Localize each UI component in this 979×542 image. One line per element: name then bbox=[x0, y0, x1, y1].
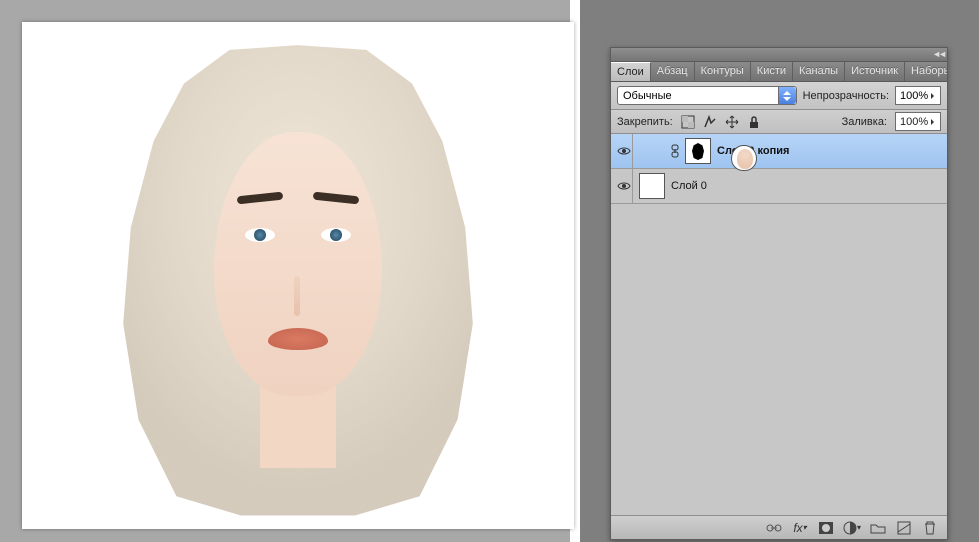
lock-label: Закрепить: bbox=[617, 116, 673, 128]
delete-layer-button[interactable] bbox=[921, 519, 939, 537]
panel-tab[interactable]: Кисти bbox=[751, 62, 793, 81]
layer-mask-thumbnail[interactable] bbox=[685, 138, 711, 164]
panel-tab[interactable]: Наборы ки bbox=[905, 62, 947, 81]
eye-icon bbox=[617, 181, 631, 191]
layer-list: Слой 0 копия Слой 0 bbox=[611, 134, 947, 515]
opacity-input[interactable]: 100% bbox=[895, 86, 941, 105]
panel-titlebar[interactable]: ◄◄ bbox=[611, 48, 947, 62]
new-layer-button[interactable] bbox=[895, 519, 913, 537]
select-arrows-icon bbox=[778, 87, 796, 104]
lock-fill-row: Закрепить: Заливка: 100% bbox=[611, 110, 947, 134]
panel-tab[interactable]: Контуры bbox=[695, 62, 751, 81]
blend-mode-value: Обычные bbox=[623, 90, 672, 102]
layer-thumbnail[interactable] bbox=[731, 145, 757, 171]
collapse-icon[interactable]: ◄◄ bbox=[932, 49, 944, 59]
add-mask-button[interactable] bbox=[817, 519, 835, 537]
adjustment-layer-button[interactable]: ▾ bbox=[843, 519, 861, 537]
panel-tab[interactable]: Слои bbox=[611, 62, 651, 81]
layer-fx-button[interactable]: fx▾ bbox=[791, 519, 809, 537]
layer-row[interactable]: Слой 0 копия bbox=[611, 134, 947, 169]
blend-mode-select[interactable]: Обычные bbox=[617, 86, 797, 105]
panel-tab[interactable]: Каналы bbox=[793, 62, 845, 81]
blend-opacity-row: Обычные Непрозрачность: 100% bbox=[611, 82, 947, 110]
opacity-value: 100% bbox=[900, 90, 928, 102]
fill-value: 100% bbox=[900, 116, 928, 128]
visibility-toggle[interactable] bbox=[615, 134, 633, 168]
opacity-label: Непрозрачность: bbox=[803, 90, 889, 102]
lock-transparency-icon[interactable] bbox=[681, 115, 695, 129]
layer-name[interactable]: Слой 0 bbox=[671, 180, 707, 192]
fill-label: Заливка: bbox=[842, 116, 887, 128]
panel-tab-strip: СлоиАбзацКонтурыКистиКаналыИсточникНабор… bbox=[611, 62, 947, 82]
lock-position-icon[interactable] bbox=[725, 115, 739, 129]
link-layers-button[interactable] bbox=[765, 519, 783, 537]
eye-icon bbox=[617, 146, 631, 156]
fill-input[interactable]: 100% bbox=[895, 112, 941, 131]
canvas-image bbox=[108, 36, 488, 516]
lock-icons-group bbox=[681, 115, 761, 129]
visibility-toggle[interactable] bbox=[615, 169, 633, 203]
panel-tab[interactable]: Источник bbox=[845, 62, 905, 81]
lock-all-icon[interactable] bbox=[747, 115, 761, 129]
panel-tab[interactable]: Абзац bbox=[651, 62, 695, 81]
panel-footer: fx▾ ▾ bbox=[611, 515, 947, 539]
layers-panel: ◄◄ СлоиАбзацКонтурыКистиКаналыИсточникНа… bbox=[610, 47, 948, 540]
layer-row[interactable]: Слой 0 bbox=[611, 169, 947, 204]
lock-pixels-icon[interactable] bbox=[703, 115, 717, 129]
document-canvas[interactable] bbox=[22, 22, 574, 529]
mask-link-icon[interactable] bbox=[671, 144, 679, 158]
layer-thumbnail[interactable] bbox=[639, 173, 665, 199]
new-group-button[interactable] bbox=[869, 519, 887, 537]
